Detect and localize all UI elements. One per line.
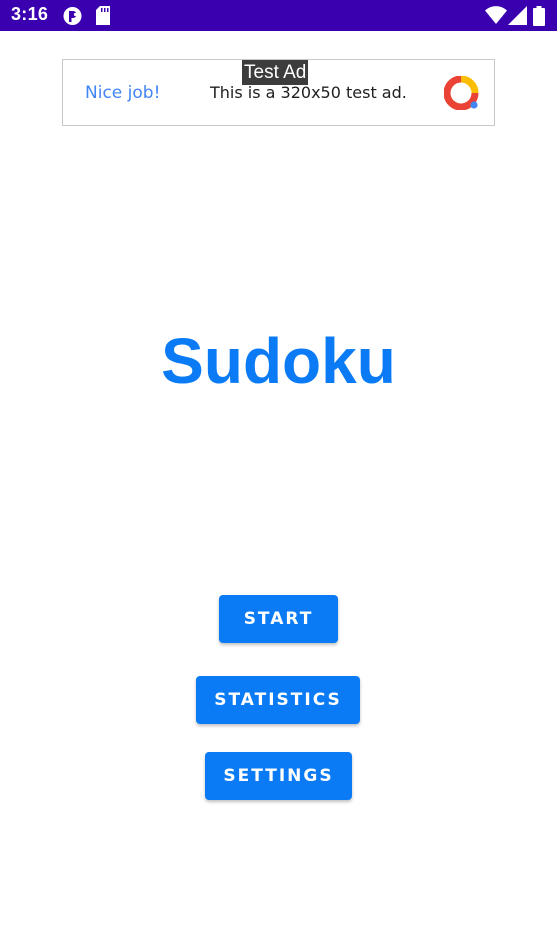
battery-icon <box>533 6 545 26</box>
wifi-icon <box>485 6 507 24</box>
ad-body-text[interactable]: This is a 320x50 test ad. <box>210 83 407 102</box>
status-bar: 3:16 <box>0 0 557 31</box>
test-ad-badge: Test Ad <box>242 60 309 85</box>
ad-headline[interactable]: Nice job! <box>85 83 160 103</box>
admob-logo-icon <box>444 76 479 110</box>
app-title: Sudoku <box>161 325 396 397</box>
start-button[interactable]: START <box>219 595 338 643</box>
status-time: 3:16 <box>11 4 49 24</box>
notification-app-icon <box>63 7 82 25</box>
cellular-signal-icon <box>508 6 527 25</box>
sd-card-icon <box>96 6 110 25</box>
statistics-button[interactable]: STATISTICS <box>196 676 360 724</box>
settings-button[interactable]: SETTINGS <box>205 752 352 800</box>
